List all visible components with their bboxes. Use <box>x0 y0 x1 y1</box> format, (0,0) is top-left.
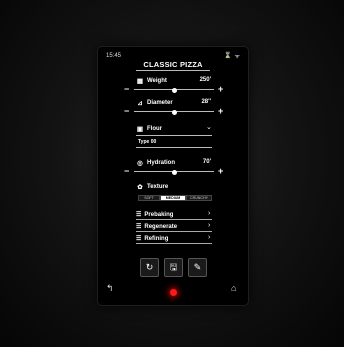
status-icons: ⌛ ᯤ <box>224 52 240 60</box>
flour-dropdown-icon[interactable]: ⌄ <box>206 123 212 131</box>
hydration-plus-button[interactable]: + <box>218 167 223 176</box>
flour-selected-value[interactable]: Type 00 <box>138 139 156 145</box>
scale-icon: ▦ <box>136 78 144 85</box>
title-divider <box>136 70 210 71</box>
texture-option-crunchy[interactable]: CRUNCHY <box>186 195 212 201</box>
diameter-icon: ⊿ <box>137 100 143 107</box>
edit-save-icon: ✎ <box>193 262 202 272</box>
hydration-value: 70' <box>202 159 211 165</box>
texture-option-soft[interactable]: SOFT <box>138 195 160 201</box>
reset-button[interactable]: ↻ <box>140 258 159 277</box>
wifi-icon: ᯤ <box>234 54 240 60</box>
texture-option-medium[interactable]: MEDIUM <box>160 195 186 201</box>
back-arrow-icon: ↰ <box>106 283 114 293</box>
prebaking-chevron-icon: › <box>208 210 211 217</box>
status-time: 15:45 <box>106 53 122 59</box>
battery-icon: ⌛ <box>224 53 232 59</box>
diameter-label: ⊿ Diameter <box>137 100 173 107</box>
regenerate-icon: ☰ <box>136 224 142 230</box>
regenerate-chevron-icon: › <box>208 222 211 229</box>
weight-label: ▦ Weight <box>136 78 167 85</box>
home-icon: ⌂ <box>231 283 237 293</box>
diameter-minus-button[interactable]: − <box>124 107 129 116</box>
weight-slider-knob[interactable] <box>171 88 177 93</box>
edit-save-button[interactable]: ✎ <box>188 258 207 277</box>
power-indicator[interactable] <box>170 289 177 296</box>
menu-item-regenerate[interactable]: ☰ Regenerate <box>136 223 177 231</box>
flour-divider <box>136 135 212 136</box>
hydration-slider[interactable] <box>134 170 214 175</box>
hydration-minus-button[interactable]: − <box>124 167 129 176</box>
diameter-slider[interactable] <box>134 110 214 115</box>
device-screen: 15:45 ⌛ ᯤ CLASSIC PIZZA ▦ Weight 250' − … <box>98 47 248 305</box>
diameter-plus-button[interactable]: + <box>218 107 223 116</box>
reset-icon: ↻ <box>145 262 154 272</box>
menu-divider <box>136 219 212 220</box>
flour-bottom-divider <box>136 147 212 148</box>
weight-plus-button[interactable]: + <box>218 85 223 94</box>
refining-icon: ☰ <box>136 236 142 242</box>
menu-divider <box>136 231 212 232</box>
weight-slider[interactable] <box>134 88 214 93</box>
texture-segmented-control[interactable]: SOFT MEDIUM CRUNCHY <box>138 195 212 201</box>
save-button[interactable]: 🖫 <box>164 258 183 277</box>
menu-divider <box>136 243 212 244</box>
page-title: CLASSIC PIZZA <box>143 60 203 69</box>
hydration-slider-knob[interactable] <box>171 170 177 175</box>
texture-icon: ✿ <box>137 184 143 191</box>
refining-chevron-icon: › <box>208 234 211 241</box>
flour-label[interactable]: ▣ Flour <box>136 125 162 133</box>
home-button[interactable]: ⌂ <box>231 283 236 293</box>
hydration-label: ◎ Hydration <box>137 160 176 167</box>
hydration-icon: ◎ <box>137 160 143 167</box>
texture-label: ✿ Texture <box>137 184 169 191</box>
diameter-slider-knob[interactable] <box>171 110 177 115</box>
save-icon: 🖫 <box>169 261 178 272</box>
back-button[interactable]: ↰ <box>106 283 114 294</box>
menu-item-prebaking[interactable]: ☰ Prebaking <box>136 211 173 219</box>
prebaking-icon: ☰ <box>136 212 142 218</box>
weight-minus-button[interactable]: − <box>124 85 129 94</box>
diameter-value: 28'' <box>201 99 211 105</box>
menu-item-refining[interactable]: ☰ Refining <box>136 235 168 243</box>
weight-value: 250' <box>199 77 211 83</box>
flour-icon: ▣ <box>136 126 144 133</box>
